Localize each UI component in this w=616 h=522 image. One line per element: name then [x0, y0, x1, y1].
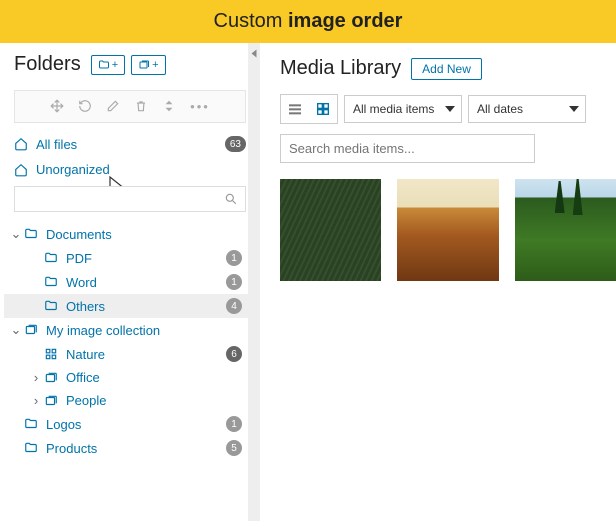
- chevron-down-icon: [569, 106, 579, 112]
- tree-label: Logos: [46, 417, 226, 432]
- tree-count: 1: [226, 274, 242, 290]
- tree-count: 1: [226, 416, 242, 432]
- tree-item-office[interactable]: › Office: [4, 366, 252, 389]
- all-files-label: All files: [36, 137, 225, 152]
- tree-label: Documents: [46, 227, 242, 242]
- tree-item-nature[interactable]: › Nature 6: [4, 342, 252, 366]
- sidebar-resize-handle[interactable]: [248, 43, 260, 521]
- new-gallery-button[interactable]: +: [131, 55, 165, 75]
- move-icon[interactable]: [50, 99, 64, 113]
- tree-count: 6: [226, 346, 242, 362]
- folder-icon: [24, 441, 38, 455]
- all-files-row[interactable]: All files 63: [0, 131, 260, 157]
- add-new-button[interactable]: Add New: [411, 58, 482, 80]
- banner-prefix: Custom: [214, 10, 288, 32]
- folder-tree: ⌄ Documents › PDF 1 › Word 1 › Others 4: [0, 220, 260, 470]
- folder-icon: [44, 275, 58, 289]
- reload-icon[interactable]: [78, 99, 92, 113]
- tree-item-others[interactable]: › Others 4: [4, 294, 252, 318]
- tree-label: My image collection: [46, 323, 242, 338]
- folders-title: Folders: [14, 53, 81, 76]
- tree-label: Others: [66, 299, 226, 314]
- tree-item-word[interactable]: › Word 1: [4, 270, 252, 294]
- media-search-input[interactable]: [280, 134, 535, 163]
- chevron-down-icon: [445, 106, 455, 112]
- page-title: Media Library: [280, 57, 401, 80]
- media-type-value: All media items: [353, 102, 434, 116]
- tree-count: 1: [226, 250, 242, 266]
- tree-label: People: [66, 393, 242, 408]
- grid-icon: [315, 101, 331, 117]
- tree-item-people[interactable]: › People: [4, 389, 252, 412]
- chevron-right-icon[interactable]: ›: [30, 393, 42, 408]
- grid-icon: [44, 347, 58, 361]
- folder-toolbar: •••: [14, 90, 246, 123]
- view-toggle: [280, 94, 338, 124]
- chevron-down-icon[interactable]: ⌄: [10, 226, 22, 242]
- folder-search-input[interactable]: [14, 186, 246, 212]
- gallery-icon: [44, 371, 58, 385]
- media-thumbnail[interactable]: [515, 179, 616, 281]
- gallery-icon: [44, 394, 58, 408]
- tree-label: PDF: [66, 251, 226, 266]
- search-icon: [224, 192, 238, 206]
- tree-label: Nature: [66, 347, 226, 362]
- chevron-down-icon[interactable]: ⌄: [10, 322, 22, 338]
- tree-group-documents[interactable]: ⌄ Documents: [4, 222, 252, 246]
- edit-icon[interactable]: [106, 99, 120, 113]
- sidebar: Folders + + ••• All files 63 Unor: [0, 43, 260, 521]
- media-thumbnail[interactable]: [397, 179, 498, 281]
- content-area: Media Library Add New All media items Al…: [260, 43, 616, 521]
- tree-label: Word: [66, 275, 226, 290]
- all-files-count: 63: [225, 136, 246, 152]
- tree-count: 4: [226, 298, 242, 314]
- home-outline-icon: [14, 163, 28, 177]
- unorganized-row[interactable]: Unorganized: [0, 157, 260, 182]
- folder-icon: [24, 417, 38, 431]
- grid-view-button[interactable]: [309, 95, 337, 123]
- media-thumbnail[interactable]: [280, 179, 381, 281]
- thumbnail-grid: [280, 179, 616, 281]
- tree-item-products[interactable]: › Products 5: [4, 436, 252, 460]
- delete-icon[interactable]: [134, 99, 148, 113]
- unorganized-label: Unorganized: [36, 162, 246, 177]
- folder-plus-icon: [98, 59, 110, 71]
- banner: Custom image order: [0, 0, 616, 43]
- tree-item-pdf[interactable]: › PDF 1: [4, 246, 252, 270]
- tree-item-logos[interactable]: › Logos 1: [4, 412, 252, 436]
- sort-icon[interactable]: [162, 99, 176, 113]
- new-folder-button[interactable]: +: [91, 55, 125, 75]
- list-view-button[interactable]: [281, 95, 309, 123]
- tree-group-collection[interactable]: ⌄ My image collection: [4, 318, 252, 342]
- gallery-plus-icon: [138, 59, 150, 71]
- tree-label: Office: [66, 370, 242, 385]
- folder-icon: [24, 227, 38, 241]
- media-type-select[interactable]: All media items: [344, 95, 462, 123]
- list-icon: [287, 101, 303, 117]
- banner-bold: image order: [288, 10, 402, 32]
- date-select[interactable]: All dates: [468, 95, 586, 123]
- more-icon[interactable]: •••: [190, 99, 210, 114]
- tree-label: Products: [46, 441, 226, 456]
- date-value: All dates: [477, 102, 523, 116]
- chevron-right-icon[interactable]: ›: [30, 370, 42, 385]
- gallery-icon: [24, 323, 38, 337]
- home-icon: [14, 137, 28, 151]
- folder-icon: [44, 299, 58, 313]
- tree-count: 5: [226, 440, 242, 456]
- folder-icon: [44, 251, 58, 265]
